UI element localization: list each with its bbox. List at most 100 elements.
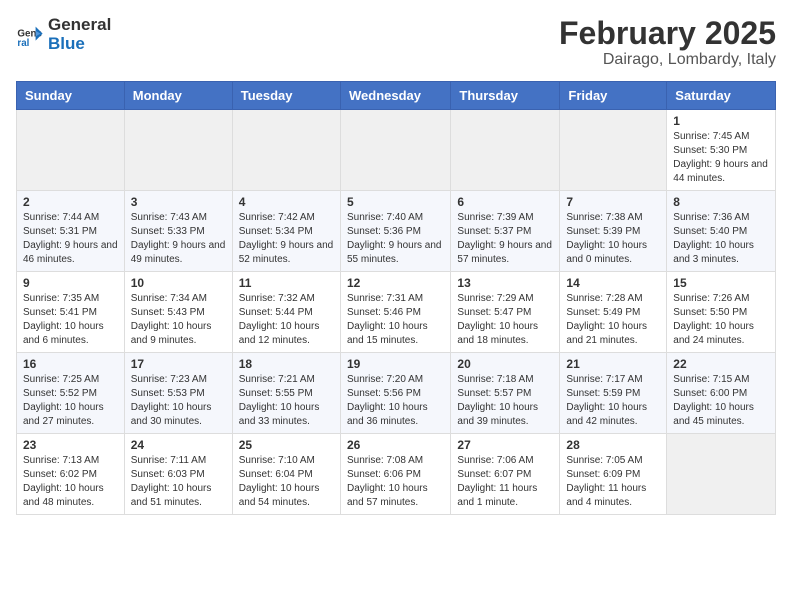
day-number: 24 [131, 438, 226, 452]
week-row-5: 23 Sunrise: 7:13 AM Sunset: 6:02 PM Dayli… [17, 434, 776, 515]
day-cell: 12 Sunrise: 7:31 AM Sunset: 5:46 PM Dayli… [340, 272, 450, 353]
day-cell: 19 Sunrise: 7:20 AM Sunset: 5:56 PM Dayli… [340, 353, 450, 434]
day-cell: 13Sunrise: 7:29 AM Sunset: 5:47 PM Dayli… [451, 272, 560, 353]
day-number: 17 [131, 357, 226, 371]
day-number: 18 [239, 357, 334, 371]
day-cell [451, 110, 560, 191]
day-number: 1 [673, 114, 769, 128]
calendar-header-row: SundayMondayTuesdayWednesdayThursdayFrid… [17, 82, 776, 110]
day-info: Sunrise: 7:43 AM Sunset: 5:33 PM Dayligh… [131, 211, 226, 267]
day-number: 11 [239, 276, 334, 290]
day-info: Sunrise: 7:40 AM Sunset: 5:36 PM Dayligh… [347, 211, 444, 267]
day-number: 20 [457, 357, 553, 371]
col-header-saturday: Saturday [667, 82, 776, 110]
day-info: Sunrise: 7:34 AM Sunset: 5:43 PM Dayligh… [131, 292, 226, 348]
day-number: 19 [347, 357, 444, 371]
day-cell: 2Sunrise: 7:44 AM Sunset: 5:31 PM Daylig… [17, 191, 125, 272]
day-info: Sunrise: 7:18 AM Sunset: 5:57 PM Dayligh… [457, 373, 553, 429]
day-info: Sunrise: 7:23 AM Sunset: 5:53 PM Dayligh… [131, 373, 226, 429]
day-info: Sunrise: 7:17 AM Sunset: 5:59 PM Dayligh… [566, 373, 660, 429]
week-row-3: 9 Sunrise: 7:35 AM Sunset: 5:41 PM Daylig… [17, 272, 776, 353]
day-info: Sunrise: 7:15 AM Sunset: 6:00 PM Dayligh… [673, 373, 769, 429]
day-number: 28 [566, 438, 660, 452]
day-info: Sunrise: 7:35 AM Sunset: 5:41 PM Dayligh… [23, 292, 118, 348]
week-row-2: 2Sunrise: 7:44 AM Sunset: 5:31 PM Daylig… [17, 191, 776, 272]
day-cell: 28Sunrise: 7:05 AM Sunset: 6:09 PM Dayli… [560, 434, 667, 515]
day-info: Sunrise: 7:36 AM Sunset: 5:40 PM Dayligh… [673, 211, 769, 267]
day-number: 10 [131, 276, 226, 290]
day-cell: 18 Sunrise: 7:21 AM Sunset: 5:55 PM Dayli… [232, 353, 340, 434]
day-cell: 4 Sunrise: 7:42 AM Sunset: 5:34 PM Daylig… [232, 191, 340, 272]
day-info: Sunrise: 7:31 AM Sunset: 5:46 PM Dayligh… [347, 292, 444, 348]
day-cell: 24 Sunrise: 7:11 AM Sunset: 6:03 PM Dayli… [124, 434, 232, 515]
col-header-tuesday: Tuesday [232, 82, 340, 110]
day-number: 25 [239, 438, 334, 452]
day-info: Sunrise: 7:42 AM Sunset: 5:34 PM Dayligh… [239, 211, 334, 267]
day-number: 2 [23, 195, 118, 209]
day-cell: 15 Sunrise: 7:26 AM Sunset: 5:50 PM Dayli… [667, 272, 776, 353]
day-number: 4 [239, 195, 334, 209]
day-cell: 11 Sunrise: 7:32 AM Sunset: 5:44 PM Dayli… [232, 272, 340, 353]
day-cell: 10 Sunrise: 7:34 AM Sunset: 5:43 PM Dayli… [124, 272, 232, 353]
day-cell: 21 Sunrise: 7:17 AM Sunset: 5:59 PM Dayli… [560, 353, 667, 434]
day-cell: 8 Sunrise: 7:36 AM Sunset: 5:40 PM Daylig… [667, 191, 776, 272]
day-cell: 6 Sunrise: 7:39 AM Sunset: 5:37 PM Daylig… [451, 191, 560, 272]
day-cell: 20 Sunrise: 7:18 AM Sunset: 5:57 PM Dayli… [451, 353, 560, 434]
subtitle: Dairago, Lombardy, Italy [559, 51, 776, 69]
day-info: Sunrise: 7:08 AM Sunset: 6:06 PM Dayligh… [347, 454, 444, 510]
col-header-friday: Friday [560, 82, 667, 110]
week-row-4: 16 Sunrise: 7:25 AM Sunset: 5:52 PM Dayli… [17, 353, 776, 434]
svg-text:ral: ral [17, 38, 29, 49]
day-cell: 1 Sunrise: 7:45 AM Sunset: 5:30 PM Daylig… [667, 110, 776, 191]
logo-text-general: General [48, 16, 111, 35]
day-number: 6 [457, 195, 553, 209]
day-number: 7 [566, 195, 660, 209]
day-number: 16 [23, 357, 118, 371]
day-info: Sunrise: 7:39 AM Sunset: 5:37 PM Dayligh… [457, 211, 553, 267]
col-header-wednesday: Wednesday [340, 82, 450, 110]
day-info: Sunrise: 7:32 AM Sunset: 5:44 PM Dayligh… [239, 292, 334, 348]
day-number: 15 [673, 276, 769, 290]
day-cell: 27 Sunrise: 7:06 AM Sunset: 6:07 PM Dayli… [451, 434, 560, 515]
day-number: 12 [347, 276, 444, 290]
logo-text-blue: Blue [48, 35, 111, 54]
day-info: Sunrise: 7:21 AM Sunset: 5:55 PM Dayligh… [239, 373, 334, 429]
day-number: 9 [23, 276, 118, 290]
day-cell [17, 110, 125, 191]
day-cell [232, 110, 340, 191]
logo: Gene ral General Blue [16, 16, 111, 53]
day-info: Sunrise: 7:11 AM Sunset: 6:03 PM Dayligh… [131, 454, 226, 510]
day-number: 27 [457, 438, 553, 452]
day-info: Sunrise: 7:10 AM Sunset: 6:04 PM Dayligh… [239, 454, 334, 510]
day-info: Sunrise: 7:29 AM Sunset: 5:47 PM Dayligh… [457, 292, 553, 348]
day-info: Sunrise: 7:45 AM Sunset: 5:30 PM Dayligh… [673, 130, 769, 186]
day-number: 8 [673, 195, 769, 209]
col-header-sunday: Sunday [17, 82, 125, 110]
day-info: Sunrise: 7:28 AM Sunset: 5:49 PM Dayligh… [566, 292, 660, 348]
day-cell: 14Sunrise: 7:28 AM Sunset: 5:49 PM Dayli… [560, 272, 667, 353]
day-cell [667, 434, 776, 515]
day-cell [560, 110, 667, 191]
day-info: Sunrise: 7:13 AM Sunset: 6:02 PM Dayligh… [23, 454, 118, 510]
header: Gene ral General Blue February 2025 Dair… [16, 16, 776, 69]
day-info: Sunrise: 7:25 AM Sunset: 5:52 PM Dayligh… [23, 373, 118, 429]
day-info: Sunrise: 7:06 AM Sunset: 6:07 PM Dayligh… [457, 454, 553, 510]
logo-icon: Gene ral [16, 21, 44, 49]
main-title: February 2025 [559, 16, 776, 51]
day-cell: 17 Sunrise: 7:23 AM Sunset: 5:53 PM Dayli… [124, 353, 232, 434]
col-header-monday: Monday [124, 82, 232, 110]
day-info: Sunrise: 7:20 AM Sunset: 5:56 PM Dayligh… [347, 373, 444, 429]
day-number: 3 [131, 195, 226, 209]
day-number: 23 [23, 438, 118, 452]
week-row-1: 1 Sunrise: 7:45 AM Sunset: 5:30 PM Daylig… [17, 110, 776, 191]
day-info: Sunrise: 7:26 AM Sunset: 5:50 PM Dayligh… [673, 292, 769, 348]
col-header-thursday: Thursday [451, 82, 560, 110]
calendar: SundayMondayTuesdayWednesdayThursdayFrid… [16, 81, 776, 515]
day-number: 5 [347, 195, 444, 209]
day-number: 21 [566, 357, 660, 371]
day-cell: 16 Sunrise: 7:25 AM Sunset: 5:52 PM Dayli… [17, 353, 125, 434]
day-cell: 25 Sunrise: 7:10 AM Sunset: 6:04 PM Dayli… [232, 434, 340, 515]
day-cell: 23 Sunrise: 7:13 AM Sunset: 6:02 PM Dayli… [17, 434, 125, 515]
day-cell: 22Sunrise: 7:15 AM Sunset: 6:00 PM Dayli… [667, 353, 776, 434]
day-cell [124, 110, 232, 191]
